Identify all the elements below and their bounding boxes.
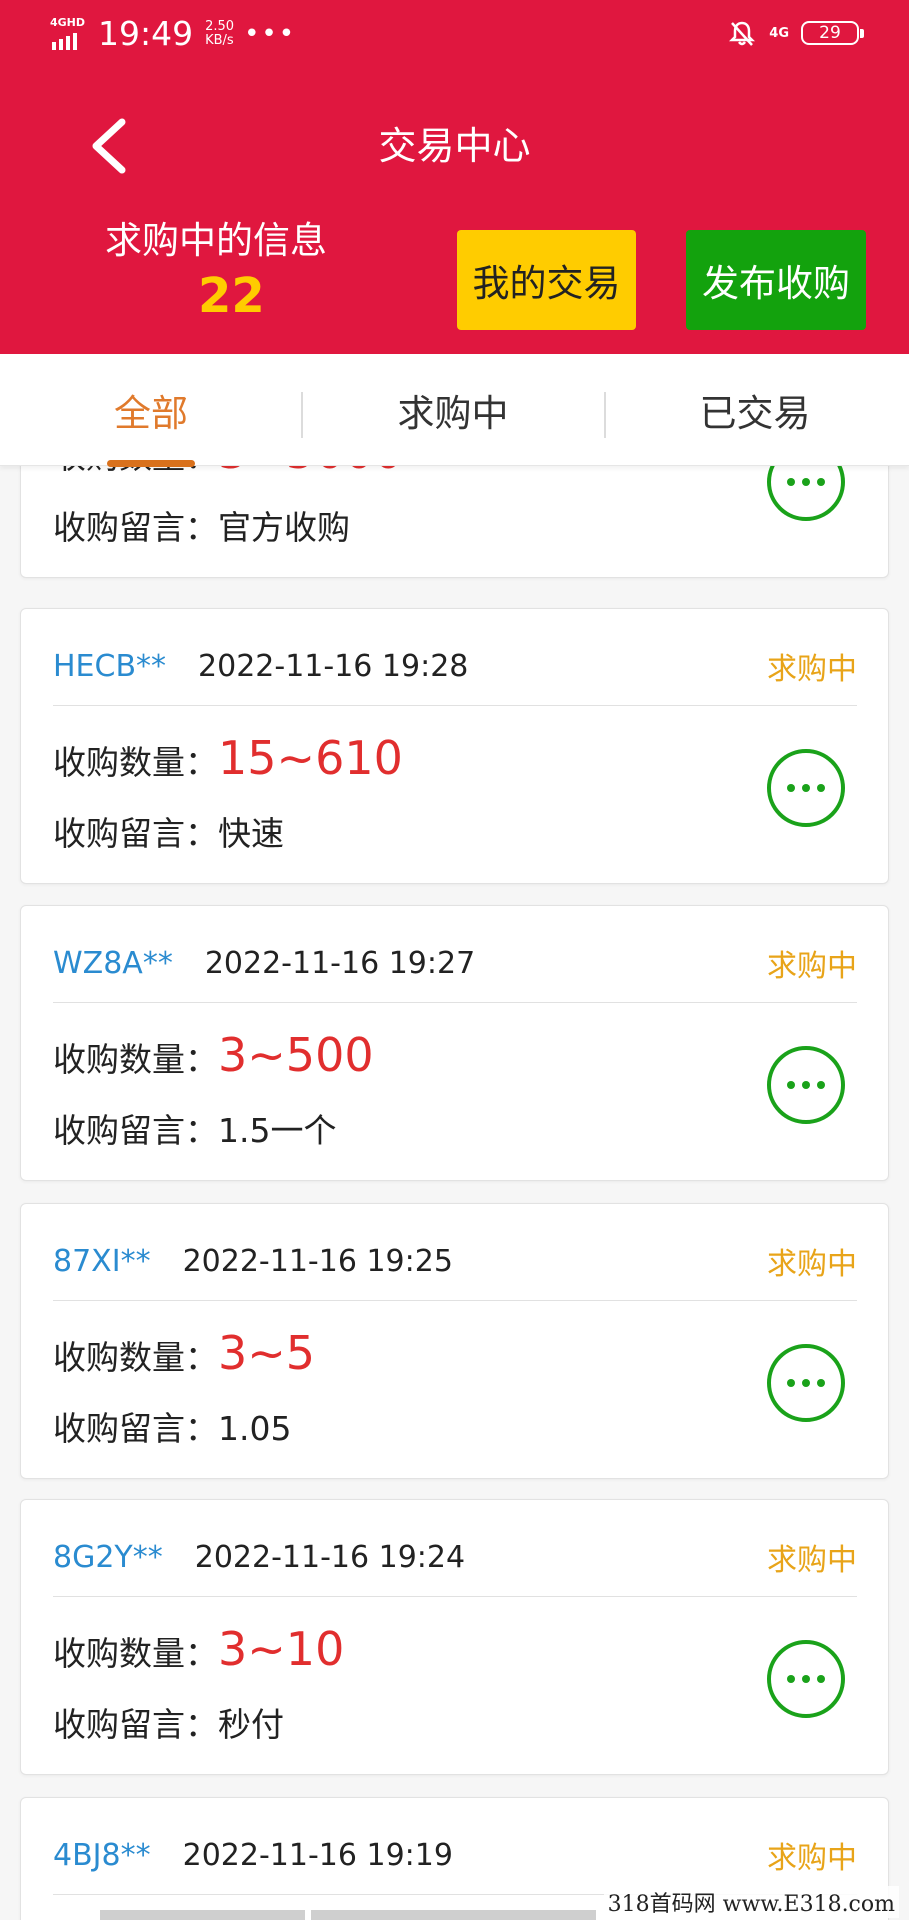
listing-user[interactable]: HECB**: [53, 649, 166, 684]
my-trades-button[interactable]: 我的交易: [457, 230, 636, 330]
more-options-icon[interactable]: [767, 1046, 845, 1124]
message-label: 收购留言：: [53, 1111, 218, 1150]
listing-card: 收购数量： 3~5000 收购留言：官方收购: [20, 466, 889, 578]
quantity-value: 3~5000: [218, 466, 403, 479]
listing-date: 2022-11-16 19:19: [182, 1837, 453, 1873]
tab-all[interactable]: 全部: [0, 354, 302, 466]
message-row: 收购留言：1.05: [53, 1402, 291, 1450]
battery-icon: 29: [801, 21, 864, 45]
page-title: 交易中心: [378, 124, 531, 168]
status-left: 4GHD 19:49 2.50 KB/s •••: [50, 14, 296, 53]
status-badge: 求购中: [767, 1247, 857, 1282]
status-badge: 求购中: [767, 1543, 857, 1578]
listing-header: WZ8A** 2022-11-16 19:27 求购中: [53, 938, 857, 988]
signal-icon: 4GHD: [50, 16, 88, 52]
listing-date: 2022-11-16 19:25: [182, 1243, 453, 1279]
buying-info-count: 22: [198, 268, 265, 324]
speed-unit: KB/s: [205, 32, 234, 48]
message-value: 1.5一个: [218, 1111, 337, 1150]
battery-level: 29: [819, 23, 841, 43]
listing-user[interactable]: 87XI**: [53, 1244, 151, 1279]
divider: [53, 1596, 857, 1597]
divider: [53, 1002, 857, 1003]
network-speed: 2.50 KB/s: [205, 18, 235, 48]
listing-date: 2022-11-16 19:27: [204, 945, 476, 981]
message-label: 收购留言：: [53, 1705, 218, 1744]
message-row: 收购留言：官方收购: [53, 501, 350, 549]
listing-card: HECB** 2022-11-16 19:28 求购中 收购数量： 15~610…: [20, 608, 889, 884]
more-options-icon[interactable]: [767, 1344, 845, 1422]
quantity-value: 3~5: [218, 1326, 316, 1380]
more-options-icon[interactable]: [767, 466, 845, 521]
tab-active-indicator: [107, 460, 195, 467]
listing-date: 2022-11-16 19:24: [194, 1539, 466, 1575]
more-notifications-icon: •••: [244, 18, 297, 49]
message-label: 收购留言：: [53, 814, 218, 853]
quantity-row: 收购数量： 15~610: [53, 731, 403, 785]
tab-bar: 全部 求购中 已交易: [0, 354, 909, 466]
message-label: 收购留言：: [53, 508, 218, 547]
quantity-value: 3~10: [218, 1622, 345, 1676]
quantity-row: 收购数量： 3~500: [53, 1028, 374, 1082]
more-options-icon[interactable]: [767, 749, 845, 827]
quantity-label: 收购数量：: [53, 743, 218, 782]
header: 4GHD 19:49 2.50 KB/s ••• 4G 29 交易中心 求购中的…: [0, 0, 909, 354]
quantity-label: 收购数量：: [53, 1338, 218, 1377]
status-bar: 4GHD 19:49 2.50 KB/s ••• 4G 29: [0, 0, 909, 70]
message-row: 收购留言：快速: [53, 807, 284, 855]
speed-value: 2.50: [205, 18, 235, 34]
quantity-label: 收购数量：: [53, 1040, 218, 1079]
listing-user[interactable]: 4BJ8**: [53, 1838, 151, 1873]
listing-header: 8G2Y** 2022-11-16 19:24 求购中: [53, 1532, 857, 1582]
quantity-label: 收购数量：: [53, 466, 218, 478]
status-badge: 求购中: [767, 949, 857, 984]
status-badge: 求购中: [767, 652, 857, 687]
message-value: 秒付: [218, 1705, 284, 1744]
listing-card: 87XI** 2022-11-16 19:25 求购中 收购数量： 3~5 收购…: [20, 1203, 889, 1479]
quantity-row: 收购数量： 3~10: [53, 1622, 344, 1676]
buying-info-label: 求购中的信息: [105, 219, 327, 262]
network-type-label: 4GHD: [50, 15, 86, 29]
quantity-value: 3~500: [218, 1028, 374, 1082]
message-row: 收购留言：秒付: [53, 1698, 284, 1746]
message-row: 收购留言：1.5一个: [53, 1104, 336, 1152]
quantity-row: 收购数量： 3~5000: [53, 466, 403, 479]
listing-user[interactable]: 8G2Y**: [53, 1540, 163, 1575]
listing-header: 87XI** 2022-11-16 19:25 求购中: [53, 1236, 857, 1286]
message-label: 收购留言：: [53, 1409, 218, 1448]
publish-purchase-button[interactable]: 发布收购: [686, 230, 866, 330]
divider: [53, 1300, 857, 1301]
listing-header: HECB** 2022-11-16 19:28 求购中: [53, 641, 857, 691]
divider: [53, 705, 857, 706]
more-options-icon[interactable]: [767, 1640, 845, 1718]
tab-buying[interactable]: 求购中: [302, 354, 604, 466]
bottom-indicator: [100, 1910, 600, 1920]
listing-user[interactable]: WZ8A**: [53, 946, 173, 981]
quantity-value: 15~610: [218, 731, 403, 785]
quantity-row: 收购数量： 3~5: [53, 1326, 315, 1380]
message-value: 官方收购: [218, 508, 350, 547]
message-value: 1.05: [218, 1409, 292, 1448]
network-4g-label: 4G: [769, 25, 789, 41]
status-right: 4G 29: [727, 18, 864, 48]
listing-card: WZ8A** 2022-11-16 19:27 求购中 收购数量： 3~500 …: [20, 905, 889, 1181]
listing-header: 4BJ8** 2022-11-16 19:19 求购中: [53, 1830, 857, 1880]
status-time: 19:49: [98, 14, 194, 53]
listing-card: 8G2Y** 2022-11-16 19:24 求购中 收购数量： 3~10 收…: [20, 1499, 889, 1775]
status-badge: 求购中: [767, 1841, 857, 1876]
listing-list[interactable]: 收购数量： 3~5000 收购留言：官方收购 HECB** 2022-11-16…: [0, 466, 909, 1920]
watermark: 318首码网 www.E318.com: [603, 1886, 899, 1918]
tab-traded[interactable]: 已交易: [604, 354, 906, 466]
listing-date: 2022-11-16 19:28: [198, 648, 469, 684]
message-value: 快速: [218, 814, 284, 853]
bell-muted-icon: [729, 21, 756, 46]
quantity-label: 收购数量：: [53, 1634, 218, 1673]
